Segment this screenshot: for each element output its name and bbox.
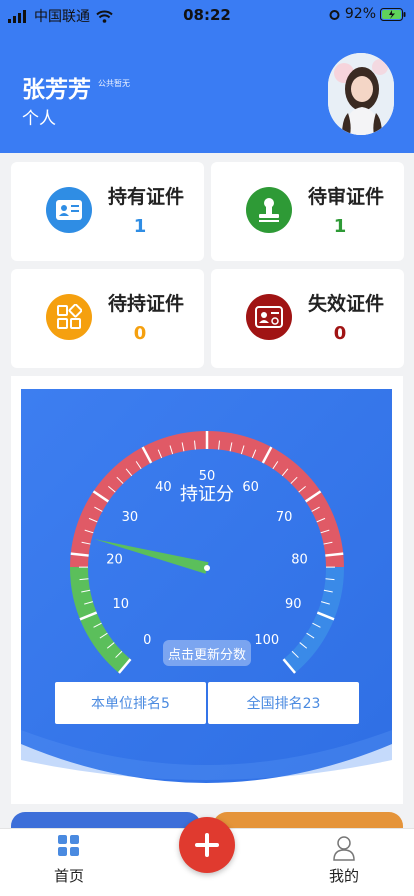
tab-mine[interactable]: 我的 <box>304 835 384 886</box>
gauge-tick-label: 20 <box>106 552 123 567</box>
national-rank-button[interactable]: 全国排名23 <box>208 682 359 724</box>
tab-home[interactable]: 首页 <box>29 835 109 886</box>
gauge-needle-hub <box>204 565 210 571</box>
gauge-tick-label: 10 <box>112 597 129 612</box>
plus-icon <box>195 833 219 857</box>
gauge-tick-label: 0 <box>143 633 151 648</box>
gauge-tick-label: 70 <box>276 510 293 525</box>
tab-mine-label: 我的 <box>328 867 359 885</box>
refresh-score-button[interactable]: 点击更新分数 <box>163 640 251 666</box>
gauge-tick-label: 30 <box>122 510 139 525</box>
gauge-tick-label: 50 <box>199 469 216 484</box>
gauge-tick-label: 90 <box>285 597 302 612</box>
gauge-title: 持证分 <box>180 484 234 505</box>
home-grid-icon <box>58 835 79 856</box>
gauge-tick-label: 40 <box>155 480 172 495</box>
user-icon <box>333 836 355 861</box>
unit-rank-button[interactable]: 本单位排名5 <box>55 682 206 724</box>
tab-home-label: 首页 <box>53 867 84 885</box>
gauge-tick-label: 80 <box>291 552 308 567</box>
add-button[interactable] <box>179 817 235 873</box>
gauge-tick-label: 60 <box>242 480 259 495</box>
gauge-tick-label: 100 <box>254 633 279 648</box>
